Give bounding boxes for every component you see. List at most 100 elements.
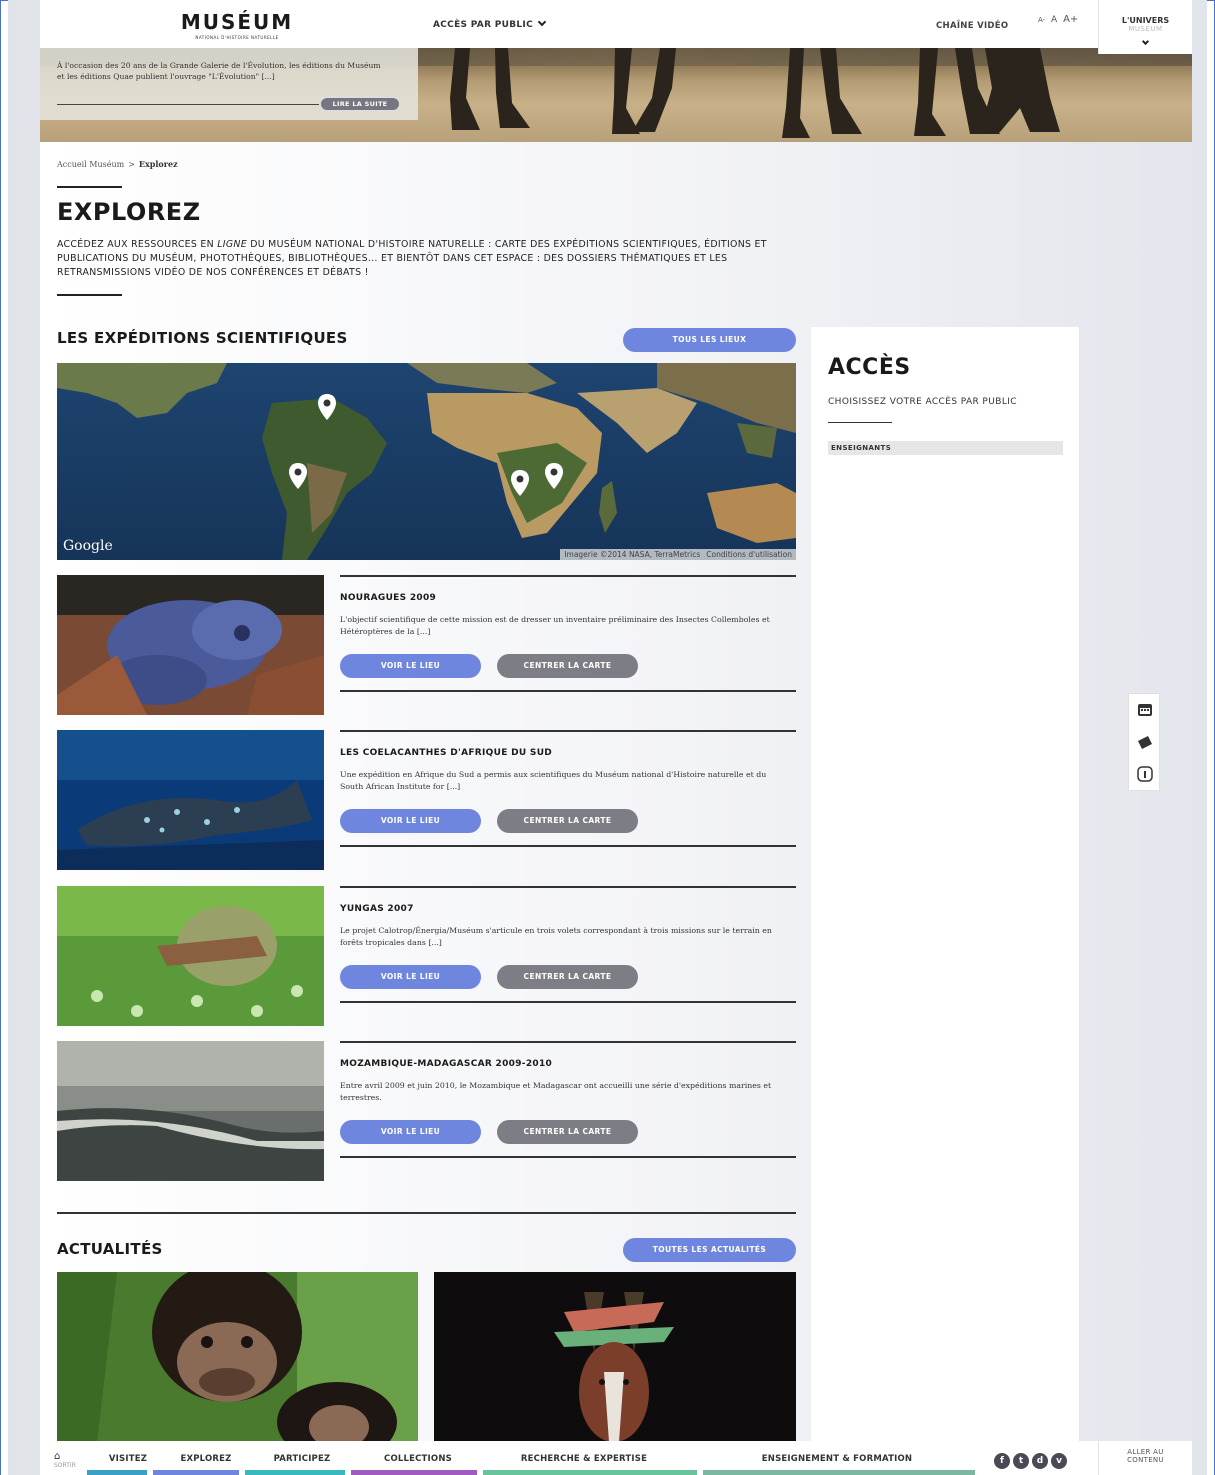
map-pin-icon[interactable] <box>545 463 563 489</box>
skip-label-1: ALLER AU <box>1127 1448 1164 1456</box>
font-decrease-button[interactable]: A- <box>1038 16 1045 24</box>
map-imagery-credit: Imagerie ©2014 NASA, TerraMetrics <box>564 550 701 559</box>
expedition-title[interactable]: MOZAMBIQUE-MADAGASCAR 2009-2010 <box>340 1059 552 1069</box>
expedition-divider <box>340 1001 796 1003</box>
univers-museum-menu[interactable]: L'UNIVERS MUSÉUM <box>1098 0 1192 54</box>
center-map-button[interactable]: CENTRER LA CARTE <box>497 965 638 989</box>
acces-par-public-menu[interactable]: ACCÈS PAR PUBLIC <box>433 17 547 30</box>
nav-visitez[interactable]: VISITEZ <box>98 1454 158 1464</box>
nav-bar-participez <box>245 1470 345 1475</box>
expedition-title[interactable]: YUNGAS 2007 <box>340 904 414 914</box>
map-pin-icon[interactable] <box>511 470 529 496</box>
vimeo-icon[interactable]: v <box>1051 1453 1067 1469</box>
expedition-divider <box>340 1156 796 1158</box>
expedition-item: YUNGAS 2007 Le projet Calotrop/Énergia/M… <box>57 886 796 1026</box>
social-links: ftdv <box>994 1448 1070 1469</box>
calendar-icon[interactable] <box>1136 701 1154 719</box>
teaser-text: À l'occasion des 20 ans de la Grande Gal… <box>57 61 381 81</box>
expedition-item: MOZAMBIQUE-MADAGASCAR 2009-2010 Entre av… <box>57 1041 796 1181</box>
view-place-button[interactable]: VOIR LE LIEU <box>340 1120 481 1144</box>
chevron-down-icon <box>1141 37 1150 46</box>
sidebar-item-enseignants[interactable]: ENSEIGNANTS <box>828 441 1063 455</box>
intro-rule <box>57 294 122 296</box>
info-icon[interactable] <box>1136 765 1154 783</box>
font-normal-button[interactable]: A <box>1051 15 1057 25</box>
expedition-thumbnail[interactable] <box>57 1041 324 1181</box>
map-terms-link[interactable]: Conditions d'utilisation <box>706 550 792 559</box>
news-image-chimpanzee[interactable] <box>57 1272 418 1442</box>
nav-collections[interactable]: COLLECTIONS <box>356 1454 480 1464</box>
breadcrumb-current: Explorez <box>138 159 178 169</box>
bottom-navigation: ⌂ SORTIR VISITEZ EXPLOREZ PARTICIPEZ COL… <box>40 1441 1192 1475</box>
expedition-body: LES COELACANTHES D'AFRIQUE DU SUD Une ex… <box>340 730 796 848</box>
breadcrumb-separator: > <box>128 160 135 169</box>
expedition-description: Entre avril 2009 et juin 2010, le Mozamb… <box>340 1081 772 1102</box>
skip-label-2: CONTENU <box>1127 1456 1164 1464</box>
expedition-body: NOURAGUES 2009 L'objectif scientifique d… <box>340 575 796 693</box>
view-place-button[interactable]: VOIR LE LIEU <box>340 965 481 989</box>
map-credit: Imagerie ©2014 NASA, TerraMetrics Conditi… <box>560 549 796 560</box>
expedition-divider <box>340 690 796 692</box>
nav-recherche-expertise[interactable]: RECHERCHE & EXPERTISE <box>486 1454 682 1464</box>
expedition-thumbnail[interactable] <box>57 730 324 870</box>
expeditions-map[interactable]: Google Imagerie ©2014 NASA, TerraMetrics… <box>57 363 796 560</box>
dailymotion-icon[interactable]: d <box>1032 1453 1048 1469</box>
map-pin-icon[interactable] <box>289 463 307 489</box>
font-size-controls: A- A A+ <box>1038 14 1081 25</box>
expedition-thumbnail[interactable] <box>57 886 324 1026</box>
nav-participez[interactable]: PARTICIPEZ <box>254 1454 350 1464</box>
nav-bar-explorez <box>153 1470 239 1475</box>
font-increase-button[interactable]: A+ <box>1063 14 1078 25</box>
teaser-divider <box>57 104 319 105</box>
home-icon: ⌂ <box>54 1451 61 1462</box>
banner-silhouettes-image <box>450 48 1060 138</box>
breadcrumb-home-link[interactable]: Accueil Muséum <box>57 160 124 169</box>
sidebar-title: ACCÈS <box>828 355 911 380</box>
expedition-title[interactable]: LES COELACANTHES D'AFRIQUE DU SUD <box>340 748 552 758</box>
chaine-video-link[interactable]: CHAÎNE VIDÉO <box>936 21 1008 31</box>
page-title: EXPLOREZ <box>57 198 201 226</box>
expedition-description: Le projet Calotrop/Énergia/Muséum s'arti… <box>340 926 772 947</box>
sidebar-rule <box>828 422 892 423</box>
news-image-antelope[interactable] <box>434 1272 796 1442</box>
nav-bar-enseignement <box>703 1470 975 1475</box>
twitter-icon[interactable]: t <box>1013 1453 1029 1469</box>
expedition-thumbnail[interactable] <box>57 575 324 715</box>
center-map-button[interactable]: CENTRER LA CARTE <box>497 809 638 833</box>
nav-enseignement-formation[interactable]: ENSEIGNEMENT & FORMATION <box>700 1454 974 1464</box>
actualites-rule <box>57 1212 796 1214</box>
expedition-title[interactable]: NOURAGUES 2009 <box>340 593 436 603</box>
home-button[interactable]: ⌂ SORTIR <box>54 1451 82 1469</box>
view-place-button[interactable]: VOIR LE LIEU <box>340 809 481 833</box>
expedition-body: MOZAMBIQUE-MADAGASCAR 2009-2010 Entre av… <box>340 1041 796 1159</box>
univers-title: L'UNIVERS <box>1121 16 1170 25</box>
chevron-down-icon <box>537 17 547 27</box>
home-label: SORTIR <box>54 1462 76 1469</box>
read-more-button[interactable]: LIRE LA SUITE <box>319 96 401 112</box>
expedition-description: Une expédition en Afrique du Sud a permi… <box>340 770 767 791</box>
all-news-button[interactable]: TOUTES LES ACTUALITÉS <box>623 1238 796 1262</box>
nav-explorez[interactable]: EXPLOREZ <box>164 1454 248 1464</box>
actualites-title: ACTUALITÉS <box>57 1240 163 1258</box>
sidebar-subtitle: CHOISISSEZ VOTRE ACCÈS PAR PUBLIC <box>828 397 1017 407</box>
map-pin-icon[interactable] <box>318 394 336 420</box>
expedition-body: YUNGAS 2007 Le projet Calotrop/Énergia/M… <box>340 886 796 1004</box>
breadcrumb: Accueil Muséum > Explorez <box>57 159 178 169</box>
skip-to-content-link[interactable]: ALLER AU CONTENU <box>1098 1441 1192 1475</box>
expedition-description: L'objectif scientifique de cette mission… <box>340 615 770 636</box>
center-map-button[interactable]: CENTRER LA CARTE <box>497 654 638 678</box>
ticket-icon[interactable] <box>1136 733 1154 751</box>
logo-text: MUSÉUM <box>180 10 294 34</box>
expedition-item: NOURAGUES 2009 L'objectif scientifique d… <box>57 575 796 715</box>
center-map-button[interactable]: CENTRER LA CARTE <box>497 1120 638 1144</box>
access-sidebar: ACCÈS CHOISISSEZ VOTRE ACCÈS PAR PUBLIC … <box>811 327 1079 1447</box>
view-place-button[interactable]: VOIR LE LIEU <box>340 654 481 678</box>
side-tools <box>1128 693 1160 791</box>
acces-par-public-label: ACCÈS PAR PUBLIC <box>433 20 533 30</box>
banner-teaser: À l'occasion des 20 ans de la Grande Gal… <box>40 48 418 120</box>
all-places-button[interactable]: TOUS LES LIEUX <box>623 328 796 352</box>
site-logo[interactable]: MUSÉUM NATIONAL D'HISTOIRE NATURELLE <box>172 10 302 40</box>
facebook-icon[interactable]: f <box>994 1453 1010 1469</box>
site-header: MUSÉUM NATIONAL D'HISTOIRE NATURELLE ACC… <box>40 0 1192 54</box>
nav-bar-recherche <box>483 1470 697 1475</box>
